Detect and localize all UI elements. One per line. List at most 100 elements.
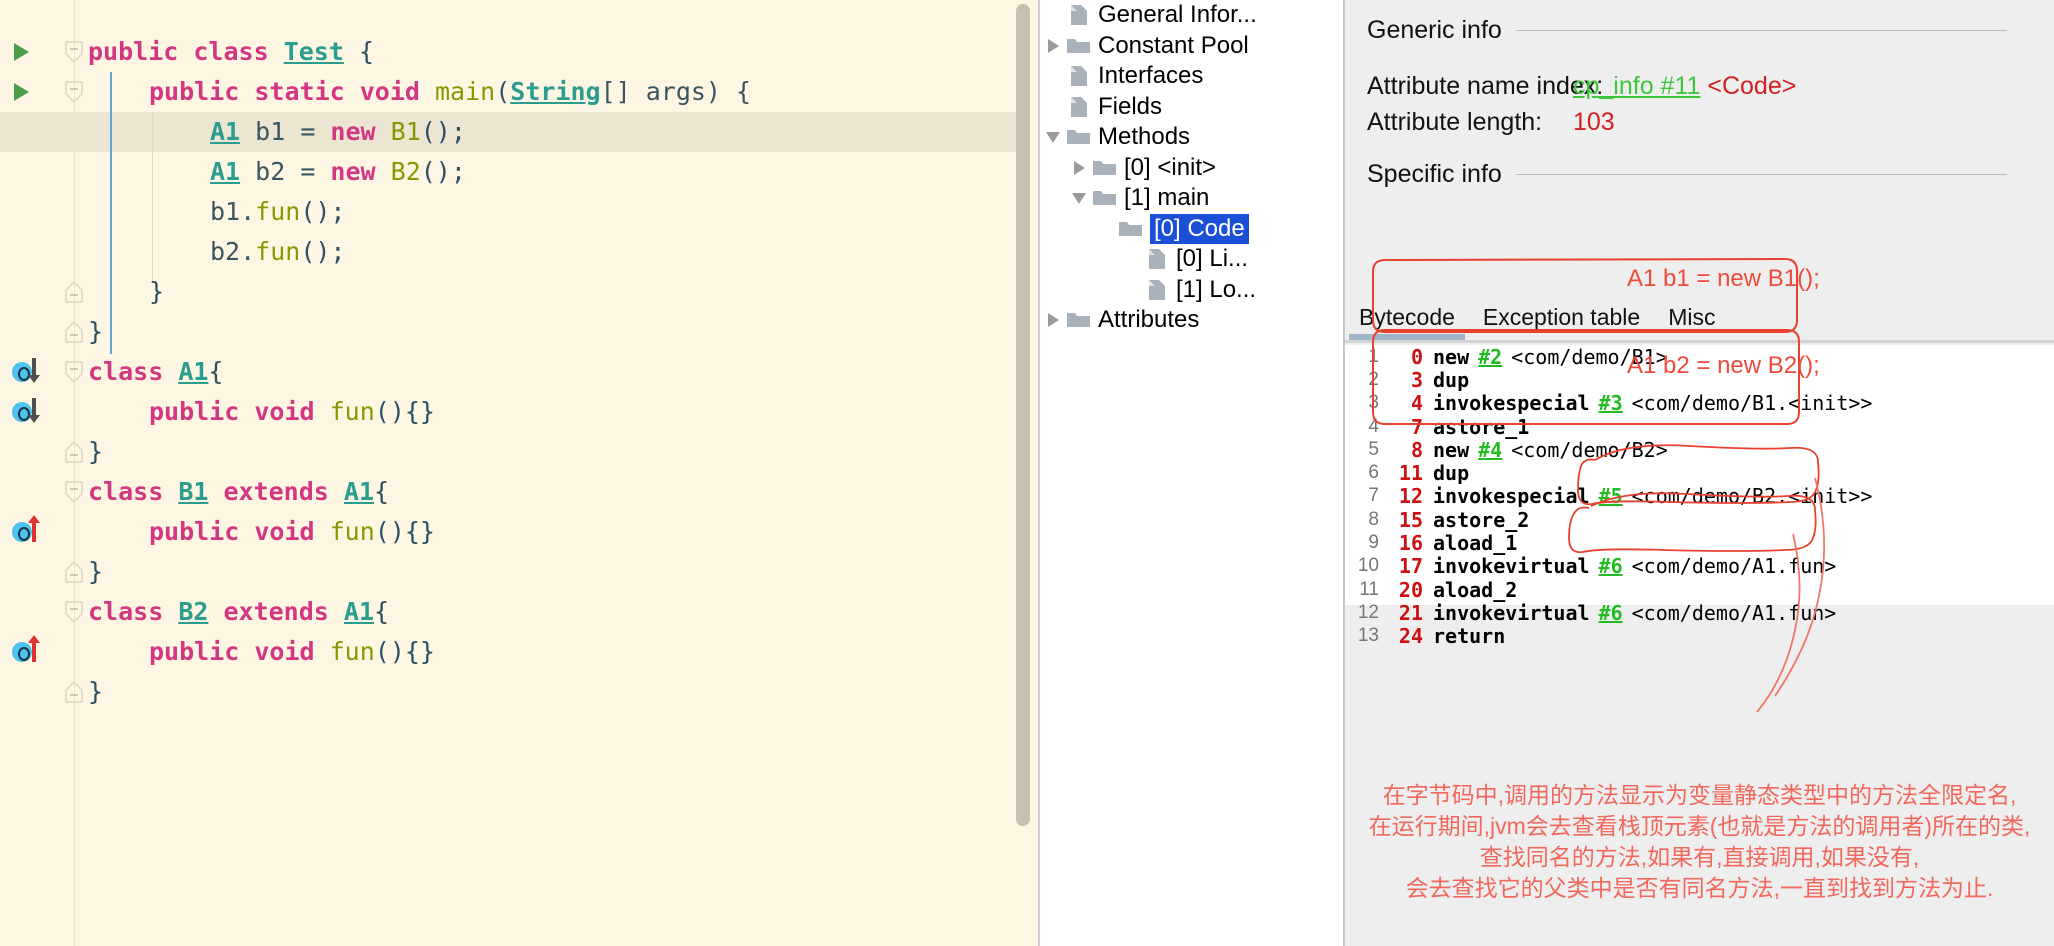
fold-toggle-icon[interactable]: [64, 440, 84, 464]
tree-node[interactable]: General Infor...: [1040, 0, 1345, 31]
code-line[interactable]: }: [88, 432, 103, 472]
tree-node[interactable]: [1] main: [1040, 183, 1345, 214]
tree-node-label: [1] Lo...: [1176, 275, 1257, 303]
fold-toggle-icon[interactable]: [64, 280, 84, 304]
code-token: (){}: [374, 517, 435, 546]
code-editor-panel[interactable]: public class Test {public static void ma…: [0, 0, 1040, 946]
bytecode-argument: <com/demo/B2.<init>>: [1631, 484, 1873, 509]
constant-pool-link[interactable]: #5: [1590, 484, 1623, 508]
bytecode-line-number: 7: [1368, 485, 1379, 507]
fold-toggle-icon[interactable]: [64, 480, 84, 504]
tab-exception-table[interactable]: Exception table: [1469, 300, 1654, 340]
cp-info-link[interactable]: cp_info #11: [1573, 72, 1700, 100]
detail-tabs[interactable]: Bytecode Exception table Misc: [1345, 300, 2054, 342]
code-token: ();: [420, 117, 466, 146]
tree-node[interactable]: [0] Li...: [1040, 244, 1345, 275]
note-line: 会去查找它的父类中是否有同名方法,一直到找到方法为止.: [1405, 875, 1994, 901]
code-token: fun: [255, 197, 301, 226]
code-token: A1: [343, 597, 374, 626]
constant-pool-link[interactable]: #6: [1590, 601, 1623, 625]
chevron-right-icon[interactable]: [1040, 38, 1066, 53]
code-token: A1: [178, 357, 209, 386]
bytecode-listing[interactable]: 1 0 new #2 <com/demo/B1> 2 3 dup 3 4 invokespecial…: [1345, 344, 2054, 648]
code-line[interactable]: }: [149, 272, 164, 312]
fold-toggle-icon[interactable]: [64, 320, 84, 344]
bytecode-row[interactable]: 10 17 invokevirtual #6 <com/demo/A1.fun>: [1345, 554, 2054, 579]
constant-pool-link[interactable]: #4: [1469, 438, 1502, 462]
bytecode-row[interactable]: 8 15 astore_2: [1345, 508, 2054, 532]
fold-guide-line: [74, 0, 75, 946]
tab-misc[interactable]: Misc: [1654, 300, 1729, 340]
fold-toggle-icon[interactable]: [64, 80, 84, 104]
fold-toggle-icon[interactable]: [64, 680, 84, 704]
constant-pool-link[interactable]: #2: [1469, 345, 1502, 369]
attribute-detail-panel[interactable]: Generic info Attribute name index:cp_inf…: [1345, 0, 2054, 946]
tree-node[interactable]: Attributes: [1040, 305, 1345, 336]
code-line[interactable]: public void fun(){}: [149, 632, 435, 672]
bytecode-row[interactable]: 3 4 invokespecial #3 <com/demo/B1.<init>>: [1345, 391, 2054, 415]
tab-bytecode[interactable]: Bytecode: [1345, 300, 1469, 340]
bytecode-argument: <com/demo/A1.fun>: [1631, 554, 1837, 579]
code-line[interactable]: public class Test {: [88, 32, 374, 72]
code-line[interactable]: b2.fun();: [210, 232, 345, 272]
code-token: }: [88, 557, 104, 586]
marker-dot-icon: [12, 522, 32, 542]
code-line[interactable]: class A1{: [88, 352, 223, 392]
bytecode-line-number: 9: [1368, 532, 1379, 554]
editor-vertical-scrollbar[interactable]: [1016, 4, 1030, 826]
bytecode-row[interactable]: 7 12 invokespecial #5 <com/demo/B2.<init>>: [1345, 484, 2054, 509]
code-line[interactable]: public static void main(String[] args) {: [149, 72, 751, 112]
tree-node[interactable]: [1] Lo...: [1040, 275, 1345, 306]
bytecode-offset: 0: [1410, 344, 1423, 369]
code-line[interactable]: }: [88, 312, 103, 352]
chevron-down-icon[interactable]: [1092, 223, 1118, 235]
code-token: public void: [149, 517, 330, 546]
bytecode-row[interactable]: 13 24 return: [1345, 624, 2054, 649]
code-token: fun: [329, 637, 375, 666]
fold-toggle-icon[interactable]: [64, 360, 84, 384]
code-line[interactable]: public void fun(){}: [149, 392, 435, 432]
code-token: public class: [88, 37, 284, 66]
code-line[interactable]: }: [88, 552, 103, 592]
tree-node[interactable]: Fields: [1040, 92, 1345, 123]
overriding-method-icon[interactable]: [12, 515, 46, 544]
code-line[interactable]: b1.fun();: [210, 192, 345, 232]
fold-toggle-icon[interactable]: [64, 600, 84, 624]
run-gutter-icon[interactable]: [14, 83, 29, 101]
chevron-down-icon[interactable]: [1040, 131, 1066, 143]
overriding-method-icon[interactable]: [12, 635, 46, 664]
code-text-area[interactable]: public class Test {public static void ma…: [88, 0, 1040, 946]
classfile-tree-panel[interactable]: General Infor... Constant Pool Interfaces F…: [1040, 0, 1345, 946]
tree-node[interactable]: [0] Code: [1040, 213, 1345, 245]
fold-toggle-icon[interactable]: [64, 560, 84, 584]
code-line[interactable]: class B2 extends A1{: [88, 592, 389, 632]
section-rule: [1515, 30, 2007, 31]
bytecode-row[interactable]: 5 8 new #4 <com/demo/B2>: [1345, 438, 2054, 462]
code-line[interactable]: A1 b1 = new B1();: [210, 112, 466, 152]
chevron-down-icon[interactable]: [1066, 192, 1092, 204]
overridden-method-icon[interactable]: [12, 358, 46, 384]
bytecode-row[interactable]: 9 16 aload_1: [1345, 531, 2054, 555]
tree-node[interactable]: Methods: [1040, 122, 1345, 153]
code-line[interactable]: A1 b2 = new B2();: [210, 152, 466, 192]
bytecode-opcode: return: [1433, 624, 1506, 649]
tree-node[interactable]: [0] <init>: [1040, 153, 1345, 184]
tree-node[interactable]: Interfaces: [1040, 61, 1345, 92]
code-line[interactable]: class B1 extends A1{: [88, 472, 389, 512]
bytecode-row[interactable]: 11 20 aload_2: [1345, 578, 2054, 602]
bytecode-row[interactable]: 4 7 astore_1: [1345, 415, 2054, 439]
bytecode-row[interactable]: 6 11 dup: [1345, 461, 2054, 485]
chevron-right-icon[interactable]: [1040, 313, 1066, 328]
code-line[interactable]: public void fun(){}: [149, 512, 435, 552]
constant-pool-link[interactable]: #3: [1590, 391, 1623, 415]
tree-list[interactable]: General Infor... Constant Pool Interfaces F…: [1040, 0, 1345, 336]
bytecode-row[interactable]: 12 21 invokevirtual #6 <com/demo/A1.fun>: [1345, 601, 2054, 625]
chevron-right-icon[interactable]: [1066, 160, 1092, 175]
constant-pool-link[interactable]: #6: [1590, 554, 1623, 578]
tree-node[interactable]: Constant Pool: [1040, 31, 1345, 62]
fold-toggle-icon[interactable]: [64, 40, 84, 64]
code-line[interactable]: }: [88, 672, 103, 712]
overridden-method-icon[interactable]: [12, 398, 46, 424]
tree-node-label: Attributes: [1098, 306, 1200, 334]
run-gutter-icon[interactable]: [14, 43, 29, 61]
